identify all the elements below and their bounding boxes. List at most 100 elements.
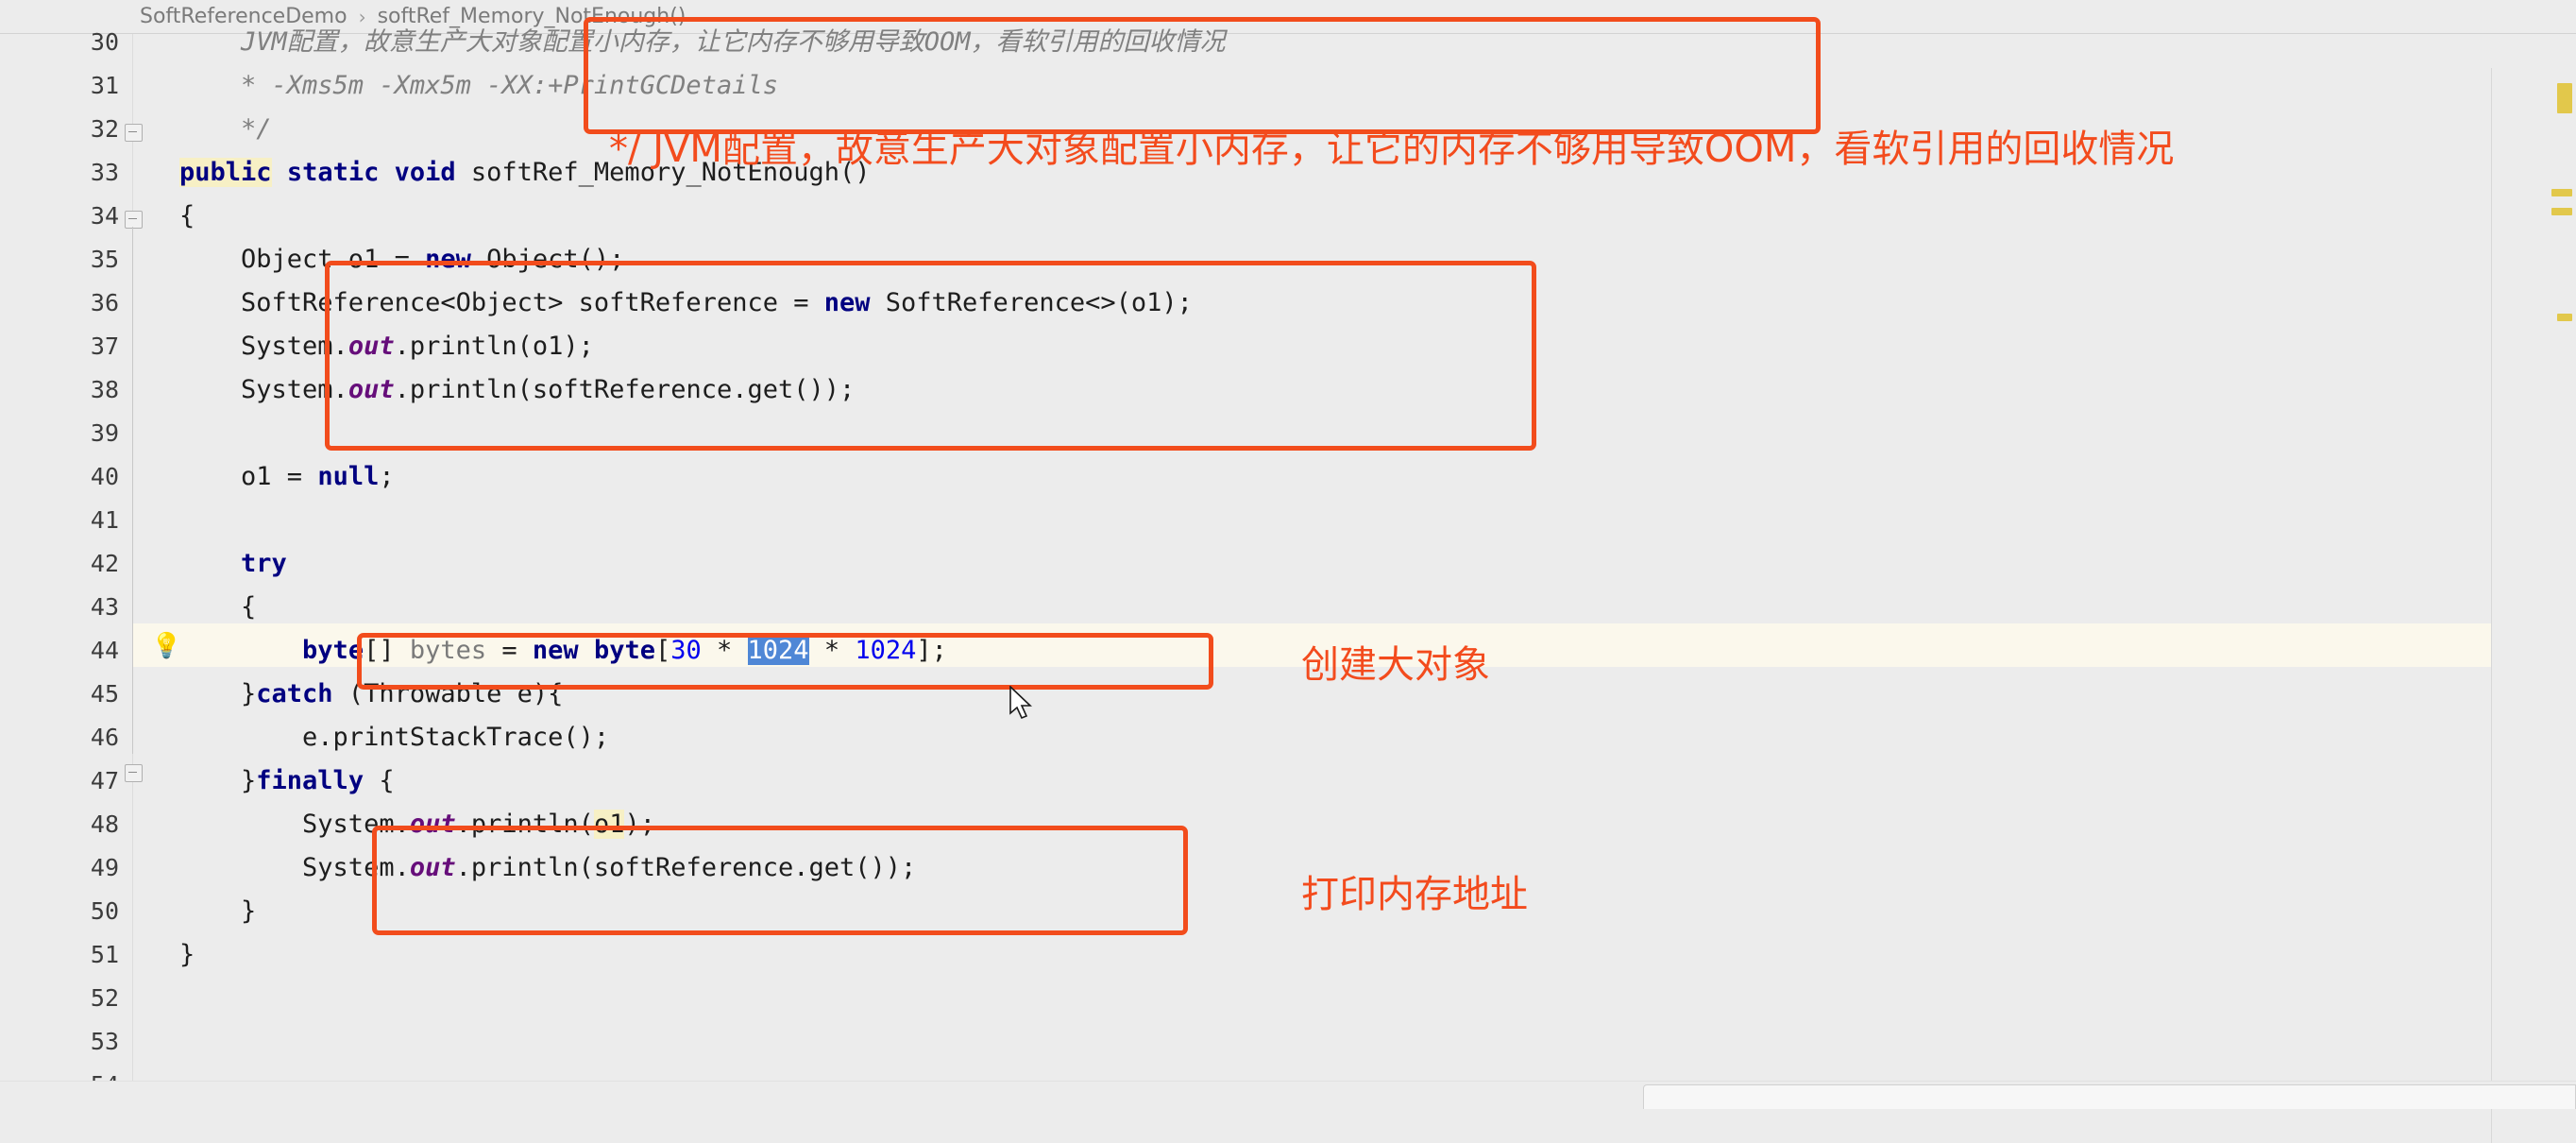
line-number[interactable]: 38 [91, 368, 119, 412]
code-token: * -Xms5m -Xmx5m -XX:+PrintGCDetails [179, 71, 778, 100]
code-token: { [179, 201, 195, 230]
code-token: * [701, 636, 748, 665]
code-token: out [347, 375, 395, 404]
bulb-glyph: 💡 [151, 632, 182, 660]
code-token: } [179, 896, 257, 926]
code-line[interactable]: } [179, 890, 256, 933]
line-number[interactable]: 39 [91, 412, 119, 455]
line-number[interactable]: 33 [91, 151, 119, 195]
code-token: null [317, 462, 380, 491]
code-token: public [179, 158, 272, 187]
code-token: out [409, 853, 456, 882]
code-line[interactable]: */ [179, 108, 272, 151]
code-token: ; [379, 462, 395, 491]
code-line[interactable]: byte[] bytes = new byte[30 * 1024 * 1024… [179, 629, 947, 673]
intention-bulb-icon[interactable]: 💡 [151, 632, 182, 660]
line-number-gutter[interactable]: 30 31 32 33 34 35 36 37 38 39 40 41 42 43 44 45 46 47 48 49… [0, 28, 132, 1109]
code-token: finally [256, 766, 364, 795]
fold-marker-line51[interactable] [121, 754, 144, 797]
code-token: (Throwable e){ [332, 679, 564, 708]
line-number[interactable]: 45 [91, 673, 119, 716]
code-token: 1024 [855, 636, 917, 665]
code-token: 30 [670, 636, 702, 665]
marker-warning-4[interactable] [2557, 314, 2572, 321]
line-number[interactable]: 31 [91, 64, 119, 108]
code-line[interactable]: System.out.println(o1); [179, 325, 594, 368]
annotation-text-jvm-config: */ JVM配置，故意生产大对象配置小内存，让它的内存不够用导致OOM，看软引用… [609, 128, 2175, 171]
bottom-tool-panel[interactable] [1643, 1084, 2576, 1109]
line-number[interactable]: 41 [91, 499, 119, 542]
code-token: .println(softReference.get()); [394, 375, 856, 404]
code-token: ); [624, 810, 655, 839]
line-number[interactable]: 36 [91, 281, 119, 325]
code-line[interactable]: System.out.println(o1); [179, 803, 655, 846]
line-number[interactable]: 42 [91, 542, 119, 586]
code-line[interactable]: } [179, 933, 195, 977]
editor-marker-strip[interactable] [2491, 68, 2576, 1143]
fold-range-line [121, 244, 144, 754]
code-token: byte [302, 636, 364, 665]
line-number[interactable]: 53 [91, 1020, 119, 1064]
line-number[interactable]: 32 [91, 108, 119, 151]
code-token: .println(softReference.get()); [455, 853, 917, 882]
code-line[interactable]: }catch (Throwable e){ [179, 673, 563, 716]
line-number[interactable]: 46 [91, 716, 119, 759]
code-token: * [808, 636, 856, 665]
code-token: e.printStackTrace(); [179, 723, 610, 752]
marker-warning-1[interactable] [2557, 83, 2572, 113]
line-number[interactable]: 50 [91, 890, 119, 933]
code-token: out [409, 810, 456, 839]
code-line[interactable]: o1 = null; [179, 455, 395, 499]
code-line[interactable]: JVM配置，故意生产大对象配置小内存，让它内存不够用导致OOM，看软引用的回收情… [179, 21, 1226, 64]
code-token: System. [179, 375, 348, 404]
code-line[interactable]: { [179, 586, 256, 629]
code-token: Object o1 = [179, 245, 426, 274]
line-number[interactable]: 34 [91, 195, 119, 238]
marker-warning-2[interactable] [2551, 189, 2572, 196]
line-number[interactable]: 44 [91, 629, 119, 673]
line-number[interactable]: 49 [91, 846, 119, 890]
code-token: } [179, 766, 257, 795]
annotation-text-print-memory-address: 打印内存地址 [1301, 873, 1528, 916]
code-line[interactable]: try [179, 542, 287, 586]
marker-warning-3[interactable] [2551, 208, 2572, 215]
code-token: .println(o1); [394, 332, 594, 361]
line-number[interactable]: 43 [91, 586, 119, 629]
code-line[interactable]: * -Xms5m -Xmx5m -XX:+PrintGCDetails [179, 64, 778, 108]
line-number[interactable]: 35 [91, 238, 119, 281]
code-line[interactable]: System.out.println(softReference.get()); [179, 368, 855, 412]
line-number[interactable]: 40 [91, 455, 119, 499]
fold-marker-line34[interactable] [121, 200, 144, 244]
code-token: new [823, 288, 871, 317]
code-token: [ [654, 636, 671, 665]
line-number[interactable]: 30 [91, 21, 119, 64]
code-token: ]; [916, 636, 947, 665]
code-text-area[interactable]: JVM配置，故意生产大对象配置小内存，让它内存不够用导致OOM，看软引用的回收情… [179, 27, 2380, 1109]
code-token: out [347, 332, 395, 361]
code-token: try [179, 549, 287, 578]
line-number[interactable]: 52 [91, 977, 119, 1020]
code-token: = [486, 636, 533, 665]
line-number[interactable]: 48 [91, 803, 119, 846]
line-number[interactable]: 37 [91, 325, 119, 368]
code-line[interactable]: Object o1 = new Object(); [179, 238, 624, 281]
annotation-text-create-big-object: 创建大对象 [1301, 643, 1490, 687]
code-token: } [179, 940, 195, 969]
code-editor[interactable]: 30 31 32 33 34 35 36 37 38 39 40 41 42 43 44 45 46 47 48 49… [0, 17, 2576, 1143]
code-line[interactable]: }finally { [179, 759, 395, 803]
code-token: o1 = [179, 462, 318, 491]
line-number[interactable]: 47 [91, 759, 119, 803]
code-line[interactable]: SoftReference<Object> softReference = ne… [179, 281, 1193, 325]
fold-marker-line32[interactable] [121, 113, 144, 157]
code-token: SoftReference<>(o1); [870, 288, 1193, 317]
code-token: JVM配置，故意生产大对象配置小内存，让它内存不够用导致OOM，看软引用的回收情… [179, 27, 1226, 57]
code-line[interactable]: e.printStackTrace(); [179, 716, 609, 759]
code-token: } [179, 679, 257, 708]
code-line[interactable]: System.out.println(softReference.get()); [179, 846, 916, 890]
code-token: { [179, 592, 257, 622]
line-number[interactable]: 51 [91, 933, 119, 977]
code-token: Object(); [470, 245, 625, 274]
code-line[interactable]: { [179, 195, 195, 238]
